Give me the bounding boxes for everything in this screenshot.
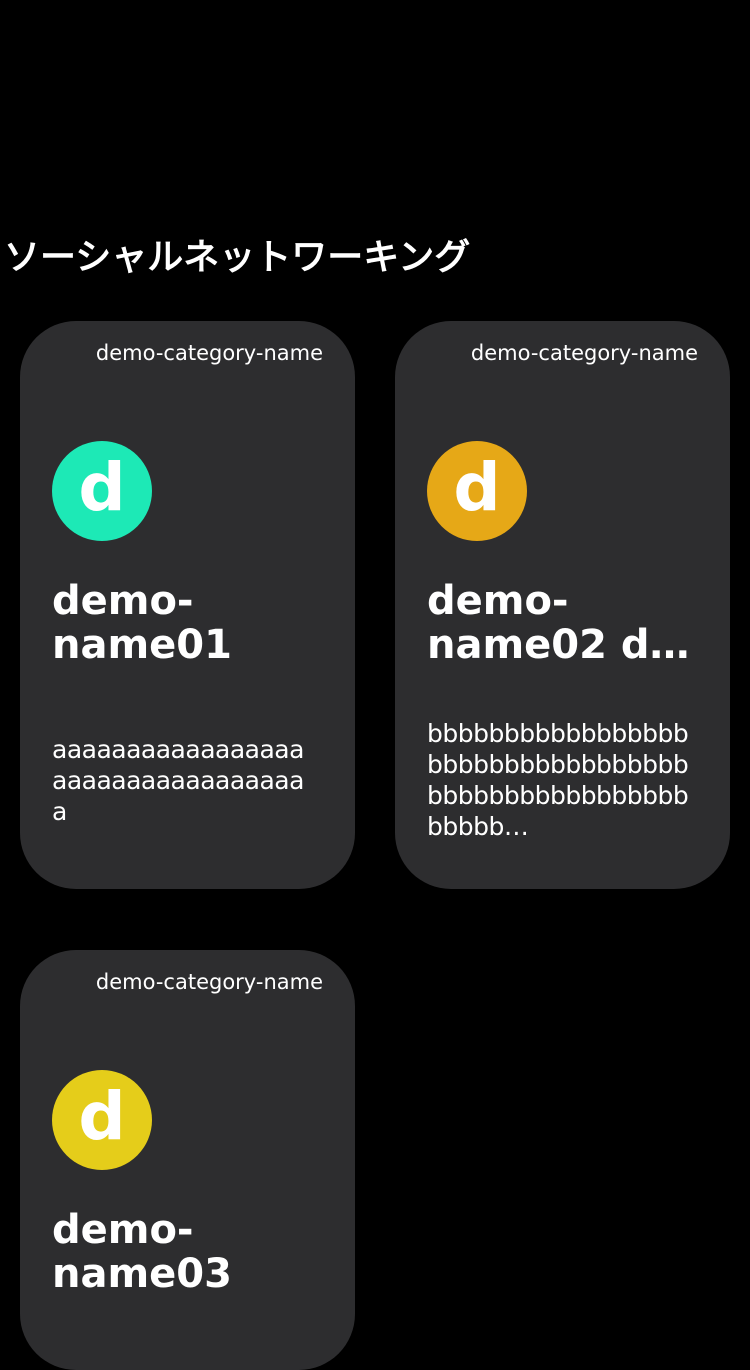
app-card[interactable]: demo-category-name d demo-name02 d… bbbb… [395, 321, 730, 889]
card-title: demo-name01 [52, 579, 232, 667]
card-description: aaaaaaaaaaaaaaaaaaaaaaaaaaaaaaaaaaa [52, 735, 304, 826]
avatar-letter: d [453, 449, 501, 526]
avatar-letter: d [78, 449, 126, 526]
card-title: demo-name02 d… [427, 579, 690, 667]
app-avatar-icon: d [52, 1070, 152, 1170]
card-title: demo-name03 [52, 1208, 232, 1296]
section-title: ソーシャルネットワーキング [4, 237, 471, 278]
card-category: demo-category-name [95, 341, 323, 365]
app-card[interactable]: demo-category-name d demo-name01 aaaaaaa… [20, 321, 355, 889]
avatar-letter: d [78, 1078, 126, 1155]
card-description: bbbbbbbbbbbbbbbbbbbbbbbbbbbbbbbbbbbbbbbb… [427, 719, 689, 841]
card-category: demo-category-name [95, 970, 323, 994]
app-card[interactable]: demo-category-name d demo-name03 [20, 950, 355, 1370]
card-category: demo-category-name [470, 341, 698, 365]
app-avatar-icon: d [52, 441, 152, 541]
app-avatar-icon: d [427, 441, 527, 541]
